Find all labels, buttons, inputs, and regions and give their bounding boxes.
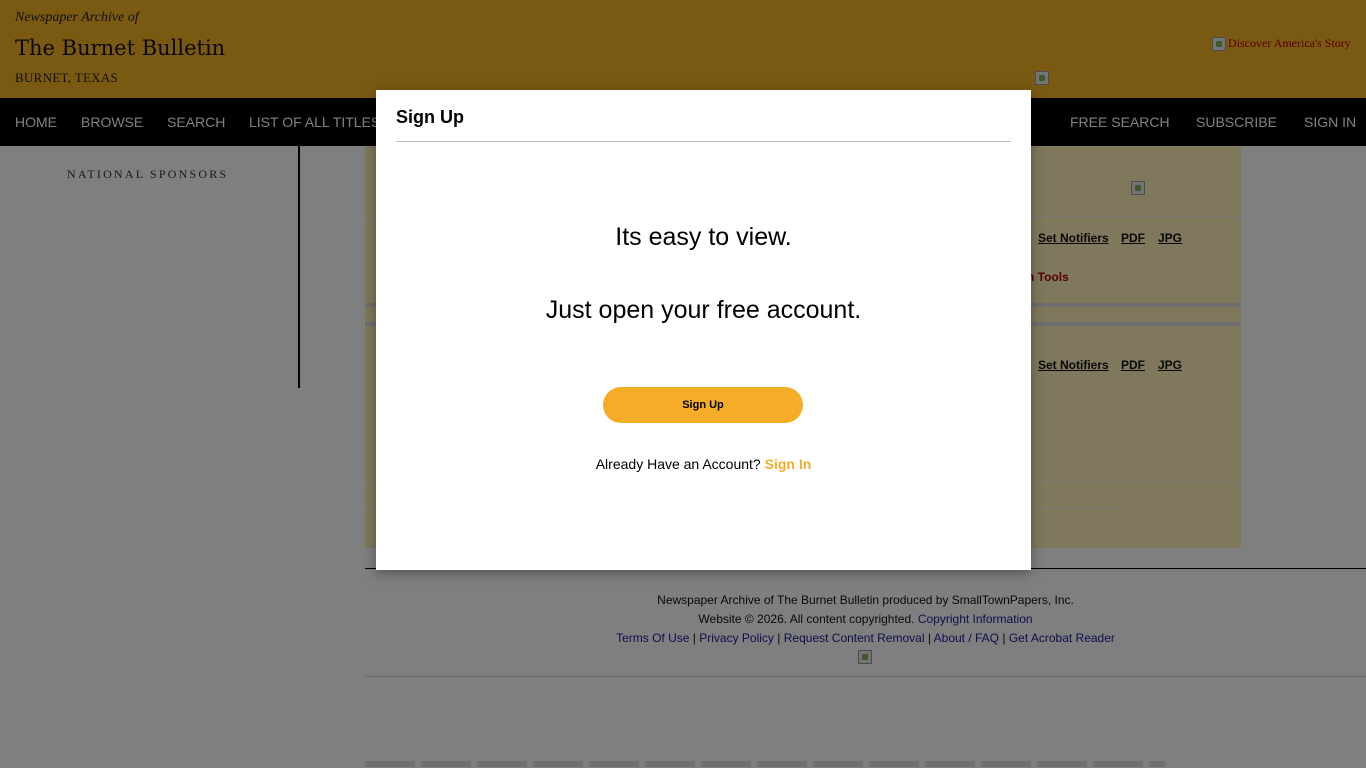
already-have-account-row: Already Have an Account? Sign In: [376, 456, 1031, 472]
modal-headline: Its easy to view.: [615, 223, 792, 251]
sign-in-link[interactable]: Sign In: [765, 456, 812, 472]
modal-subheadline: Just open your free account.: [545, 296, 862, 324]
sign-up-modal: Sign Up Its easy to view. Just open your…: [376, 90, 1031, 570]
modal-title: Sign Up: [396, 107, 464, 127]
sign-up-button[interactable]: Sign Up: [603, 387, 803, 423]
modal-divider: [396, 141, 1011, 142]
already-have-account-text: Already Have an Account?: [595, 456, 761, 472]
